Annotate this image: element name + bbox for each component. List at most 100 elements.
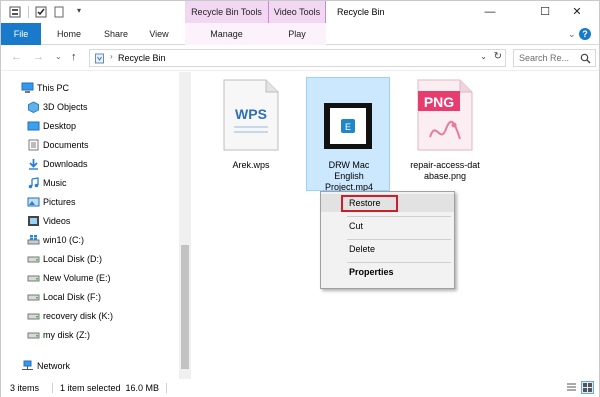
nav-label: Network: [37, 361, 71, 371]
nav-item-desktop[interactable]: Desktop: [1, 117, 179, 135]
search-placeholder: Search Re...: [519, 53, 570, 63]
nav-item-documents[interactable]: Documents: [1, 136, 179, 154]
menu-item-restore[interactable]: Restore: [321, 194, 454, 212]
tab-view[interactable]: View: [139, 23, 179, 45]
pc-icon: [21, 82, 34, 93]
selection-info: 1 item selected 16.0 MB: [60, 383, 160, 393]
tab-home[interactable]: Home: [45, 23, 93, 45]
file-name-line-2: English: [334, 171, 364, 181]
videos-icon: [28, 216, 39, 226]
new-folder-icon[interactable]: [53, 6, 65, 18]
nav-item-downloads[interactable]: Downloads: [1, 155, 179, 173]
context-menu: Restore Cut Delete Properties: [320, 191, 455, 289]
nav-label: Downloads: [43, 159, 88, 169]
nav-label: Music: [43, 178, 67, 188]
recent-locations-icon[interactable]: ⌄: [55, 51, 62, 63]
nav-item-music[interactable]: Music: [1, 174, 179, 192]
explorer-window: ▾ Recycle Bin Tools Video Tools Recycle …: [0, 0, 600, 397]
file-item-selected[interactable]: E DRW Mac English Project.mp4: [306, 77, 390, 192]
nav-label: Videos: [43, 216, 71, 226]
nav-item-recovery-disk-k[interactable]: recovery disk (K:): [1, 307, 179, 325]
status-bar: 3 items 1 item selected 16.0 MB: [1, 379, 599, 397]
menu-item-label: Properties: [349, 267, 394, 277]
nav-label: recovery disk (K:): [43, 311, 114, 321]
status-divider: [166, 383, 167, 393]
file-name-line-1: DRW Mac: [328, 160, 370, 170]
nav-item-videos[interactable]: Videos: [1, 212, 179, 230]
network-icon: [22, 360, 33, 370]
png-icon-text: PNG: [424, 94, 454, 110]
nav-item-3d-objects[interactable]: 3D Objects: [1, 98, 179, 116]
desktop-icon: [27, 121, 40, 131]
breadcrumb[interactable]: Recycle Bin: [118, 52, 166, 64]
wps-file-icon: WPS: [223, 79, 279, 151]
search-icon[interactable]: [580, 53, 591, 64]
nav-item-local-disk-f[interactable]: Local Disk (F:): [1, 288, 179, 306]
file-item[interactable]: PNG repair-access-dat abase.png: [403, 77, 487, 185]
nav-item-local-disk-d[interactable]: Local Disk (D:): [1, 250, 179, 268]
nav-item-this-pc[interactable]: This PC: [1, 79, 179, 97]
address-dropdown-icon[interactable]: ⌄: [480, 52, 487, 61]
window-title: Recycle Bin: [337, 7, 385, 17]
search-input[interactable]: Search Re...: [513, 49, 596, 67]
address-bar[interactable]: › Recycle Bin ⌄ ↻: [89, 49, 506, 67]
minimize-button[interactable]: —: [468, 1, 512, 23]
details-view-icon[interactable]: [566, 382, 577, 393]
close-button[interactable]: ✕: [555, 1, 599, 23]
drive-icon: [27, 332, 40, 339]
tab-share[interactable]: Share: [93, 23, 139, 45]
large-icons-view-icon[interactable]: [581, 381, 594, 394]
ribbon-tabs: File Home Share View Manage Play ⌄ ?: [1, 23, 599, 45]
nav-label: win10 (C:): [43, 235, 85, 245]
windows-drive-icon: [27, 235, 40, 245]
back-arrow-icon[interactable]: ←: [11, 51, 22, 63]
tab-manage[interactable]: Manage: [185, 23, 268, 45]
nav-scrollbar[interactable]: [179, 72, 191, 379]
folder-small-icon[interactable]: [9, 6, 21, 18]
quick-access-separator: [28, 6, 29, 18]
quick-access-dropdown-icon[interactable]: ▾: [77, 6, 81, 15]
nav-label: Documents: [43, 140, 89, 150]
refresh-icon[interactable]: ↻: [494, 51, 502, 62]
pictures-icon: [27, 197, 40, 207]
video-icon-text: E: [345, 122, 351, 132]
menu-item-label: Cut: [349, 221, 364, 231]
file-item[interactable]: WPS Arek.wps: [209, 77, 293, 177]
tab-play[interactable]: Play: [268, 23, 326, 45]
up-arrow-icon[interactable]: ↑: [71, 51, 77, 63]
breadcrumb-chevron-icon: ›: [110, 52, 113, 61]
forward-arrow-icon[interactable]: →: [33, 51, 44, 63]
nav-item-my-disk-z[interactable]: my disk (Z:): [1, 326, 179, 344]
menu-item-delete[interactable]: Delete: [321, 240, 454, 258]
nav-label: Local Disk (F:): [43, 292, 102, 302]
nav-item-network[interactable]: Network: [1, 357, 179, 375]
status-divider: [52, 383, 53, 393]
ribbon-expand-icon[interactable]: ⌄: [568, 23, 576, 45]
wps-icon-text: WPS: [235, 106, 267, 122]
properties-check-icon[interactable]: [35, 6, 47, 18]
nav-item-new-volume-e[interactable]: New Volume (E:): [1, 269, 179, 287]
help-icon[interactable]: ?: [579, 28, 591, 40]
nav-label: This PC: [37, 83, 70, 93]
png-file-icon: PNG: [417, 79, 473, 151]
drive-icon: [27, 294, 40, 301]
recycle-bin-icon: [95, 53, 104, 64]
tab-file[interactable]: File: [1, 23, 41, 45]
drive-icon: [27, 313, 40, 320]
cube-icon: [28, 101, 39, 113]
documents-icon: [28, 139, 39, 151]
nav-label: Local Disk (D:): [43, 254, 103, 264]
drive-icon: [27, 275, 40, 282]
file-name: Arek.wps: [232, 160, 270, 170]
title-bar: ▾ Recycle Bin Tools Video Tools Recycle …: [1, 1, 599, 23]
drive-icon: [27, 256, 40, 263]
menu-item-cut[interactable]: Cut: [321, 217, 454, 235]
navigation-pane: This PC 3D Objects Desktop Documents Dow…: [1, 72, 191, 379]
nav-label: Desktop: [43, 121, 77, 131]
nav-scrollbar-thumb[interactable]: [181, 245, 189, 369]
nav-item-win10-c[interactable]: win10 (C:): [1, 231, 179, 249]
nav-item-pictures[interactable]: Pictures: [1, 193, 179, 211]
menu-item-properties[interactable]: Properties: [321, 263, 454, 281]
file-name-line-1: repair-access-dat: [410, 160, 480, 170]
item-count: 3 items: [10, 383, 40, 393]
